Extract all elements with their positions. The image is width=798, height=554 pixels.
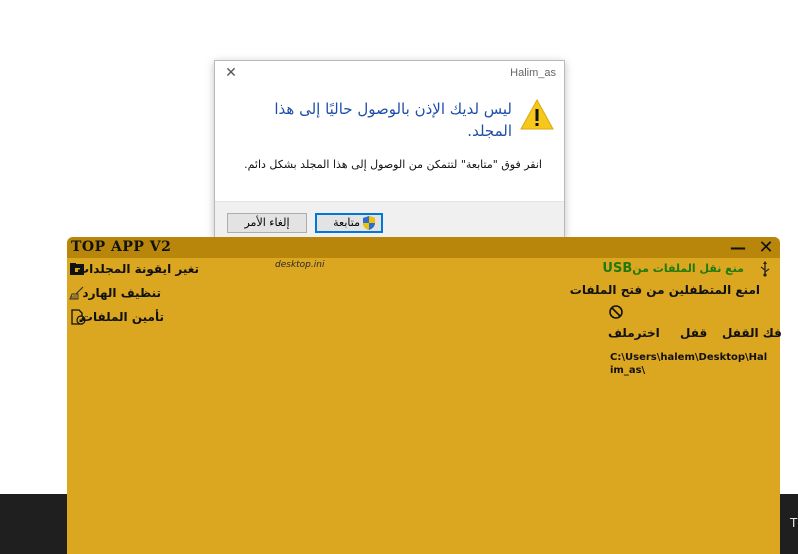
close-button[interactable]: ✕: [757, 237, 775, 258]
file-path-text: C:\Users\halem\Desktop\Halim_as\: [610, 352, 768, 376]
password-button[interactable]: اخترملف: [608, 326, 660, 340]
app-title: TOP APP V2: [71, 239, 172, 255]
menu-item-change-folder-icon[interactable]: تغير ايقونة المجلدات: [67, 261, 207, 279]
usb-block-toggle[interactable]: منع نقل الملفات منUSB: [602, 261, 777, 277]
unlock-button[interactable]: فك القفل: [722, 326, 782, 340]
dialog-close-button[interactable]: ✕: [223, 65, 239, 81]
menu-label-clean-disk: تنظيف الهارد: [82, 286, 161, 300]
permission-dialog: ✕ Halim_as ليس لديك الإذن بالوصول حاليًا…: [214, 60, 565, 239]
menu-item-clean-disk[interactable]: تنظيف الهارد: [67, 285, 167, 303]
top-app-window: TOP APP V2 — ✕ تغير ايقونة المجلدات تنظي…: [67, 237, 782, 554]
usb-block-label: منع نقل الملفات منUSB: [602, 261, 744, 276]
menu-item-secure-files[interactable]: تأمين الملفات: [67, 309, 167, 327]
continue-button[interactable]: متابعة: [315, 213, 383, 233]
dialog-body-text: انقر فوق "متابعة" لتتمكن من الوصول إلى ه…: [244, 158, 542, 171]
cancel-button[interactable]: إلغاء الأمر: [227, 213, 307, 233]
prohibited-icon[interactable]: [608, 304, 624, 320]
menu-label-change-folder-icon: تغير ايقونة المجلدات: [77, 262, 199, 276]
warning-triangle-icon: [520, 98, 554, 130]
dialog-heading: ليس لديك الإذن بالوصول حاليًا إلى هذا ال…: [274, 100, 512, 140]
uac-shield-icon: [363, 216, 375, 230]
block-intruders-label: امنع المتطفلين من فتح الملفات: [569, 283, 760, 297]
app-titlebar: TOP APP V2 — ✕: [67, 237, 780, 258]
desktop-ini-label: desktop.ini: [275, 260, 325, 270]
dialog-title: Halim_as: [510, 67, 556, 79]
continue-button-label: متابعة: [333, 216, 360, 229]
lock-button[interactable]: قفل: [680, 326, 707, 340]
dialog-footer: إلغاء الأمر متابعة: [215, 201, 564, 239]
edge-text: T: [790, 516, 798, 530]
menu-label-secure-files: تأمين الملفات: [80, 310, 164, 324]
usb-icon: [760, 261, 770, 277]
minimize-button[interactable]: —: [729, 238, 747, 257]
